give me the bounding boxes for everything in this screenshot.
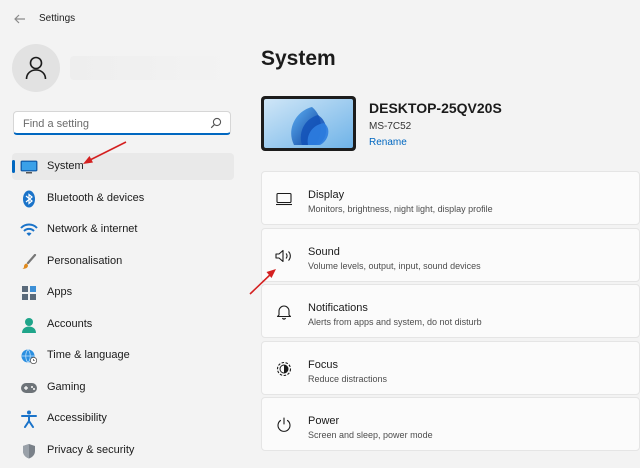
card-title: Focus bbox=[308, 358, 338, 371]
person-icon bbox=[20, 316, 38, 334]
sidebar-item-accessibility[interactable]: Accessibility bbox=[12, 405, 234, 432]
back-arrow-icon bbox=[14, 14, 25, 24]
settings-card-list: Display Monitors, brightness, night ligh… bbox=[261, 171, 640, 454]
card-notifications[interactable]: Notifications Alerts from apps and syste… bbox=[261, 284, 640, 339]
sidebar-item-label: Gaming bbox=[47, 380, 86, 393]
wallpaper-image bbox=[264, 99, 353, 148]
sidebar-item-label: System bbox=[47, 160, 84, 172]
sidebar-item-label: Personalisation bbox=[47, 254, 123, 267]
search-box[interactable] bbox=[13, 111, 231, 135]
card-focus[interactable]: Focus Reduce distractions bbox=[261, 340, 640, 395]
sidebar-item-label: Apps bbox=[47, 286, 73, 298]
gamepad-icon bbox=[20, 379, 38, 397]
power-icon bbox=[274, 415, 294, 435]
sidebar-item-gaming[interactable]: Gaming bbox=[12, 374, 234, 401]
profile-name-blurred bbox=[70, 56, 230, 80]
card-sound[interactable]: Sound Volume levels, output, input, soun… bbox=[261, 227, 640, 282]
globe-clock-icon bbox=[20, 347, 38, 365]
card-title: Power bbox=[308, 415, 340, 428]
brush-icon bbox=[20, 253, 38, 271]
apps-icon bbox=[20, 284, 38, 302]
sidebar-item-label: Accessibility bbox=[47, 412, 107, 424]
card-subtitle: Monitors, brightness, night light, displ… bbox=[308, 204, 493, 214]
card-subtitle: Alerts from apps and system, do not dist… bbox=[308, 317, 482, 328]
card-title: Display bbox=[308, 189, 345, 201]
wifi-icon bbox=[20, 221, 38, 239]
app-title: Settings bbox=[39, 13, 76, 24]
card-title: Notifications bbox=[308, 302, 368, 315]
sidebar-nav: System Bluetooth & devices Network & int… bbox=[12, 153, 234, 468]
rename-link[interactable]: Rename bbox=[369, 137, 407, 148]
sidebar-item-apps[interactable]: Apps bbox=[12, 279, 234, 306]
device-model: MS-7C52 bbox=[369, 121, 412, 132]
sidebar-item-label: Accounts bbox=[47, 317, 93, 330]
sidebar-item-label: Time & language bbox=[47, 349, 130, 361]
sidebar-item-accounts[interactable]: Accounts bbox=[12, 311, 234, 338]
bluetooth-icon bbox=[20, 190, 38, 208]
card-title: Sound bbox=[308, 245, 340, 258]
speaker-icon bbox=[274, 246, 294, 266]
sidebar-item-time-language[interactable]: Time & language bbox=[12, 342, 234, 369]
sidebar-item-label: Privacy & security bbox=[47, 443, 135, 456]
card-power[interactable]: Power Screen and sleep, power mode bbox=[261, 397, 640, 452]
device-name: DESKTOP-25QV20S bbox=[369, 100, 502, 116]
sidebar-item-bluetooth[interactable]: Bluetooth & devices bbox=[12, 185, 234, 212]
back-button[interactable] bbox=[10, 10, 30, 28]
sidebar-item-personalisation[interactable]: Personalisation bbox=[12, 248, 234, 275]
shield-icon bbox=[20, 442, 38, 460]
sidebar-item-label: Bluetooth & devices bbox=[47, 191, 145, 204]
card-subtitle: Screen and sleep, power mode bbox=[308, 430, 433, 441]
display-icon bbox=[274, 189, 294, 209]
bell-icon bbox=[274, 302, 294, 322]
avatar[interactable] bbox=[12, 44, 60, 92]
accessibility-icon bbox=[20, 410, 38, 428]
card-subtitle: Reduce distractions bbox=[308, 373, 388, 384]
sidebar-item-privacy-security[interactable]: Privacy & security bbox=[12, 437, 234, 464]
sidebar-item-label: Network & internet bbox=[47, 223, 138, 235]
device-wallpaper-thumbnail bbox=[261, 96, 356, 151]
focus-icon bbox=[274, 359, 294, 379]
active-indicator bbox=[12, 160, 15, 173]
person-icon bbox=[25, 56, 47, 80]
search-icon[interactable] bbox=[210, 117, 222, 129]
card-subtitle: Volume levels, output, input, sound devi… bbox=[308, 260, 481, 271]
title-bar: Settings bbox=[0, 0, 640, 38]
monitor-icon bbox=[20, 158, 38, 176]
card-display[interactable]: Display Monitors, brightness, night ligh… bbox=[261, 171, 640, 225]
user-profile[interactable] bbox=[12, 44, 234, 94]
page-title: System bbox=[261, 47, 336, 70]
search-input[interactable] bbox=[21, 115, 210, 133]
sidebar-item-network[interactable]: Network & internet bbox=[12, 216, 234, 243]
sidebar-item-system[interactable]: System bbox=[12, 153, 234, 180]
